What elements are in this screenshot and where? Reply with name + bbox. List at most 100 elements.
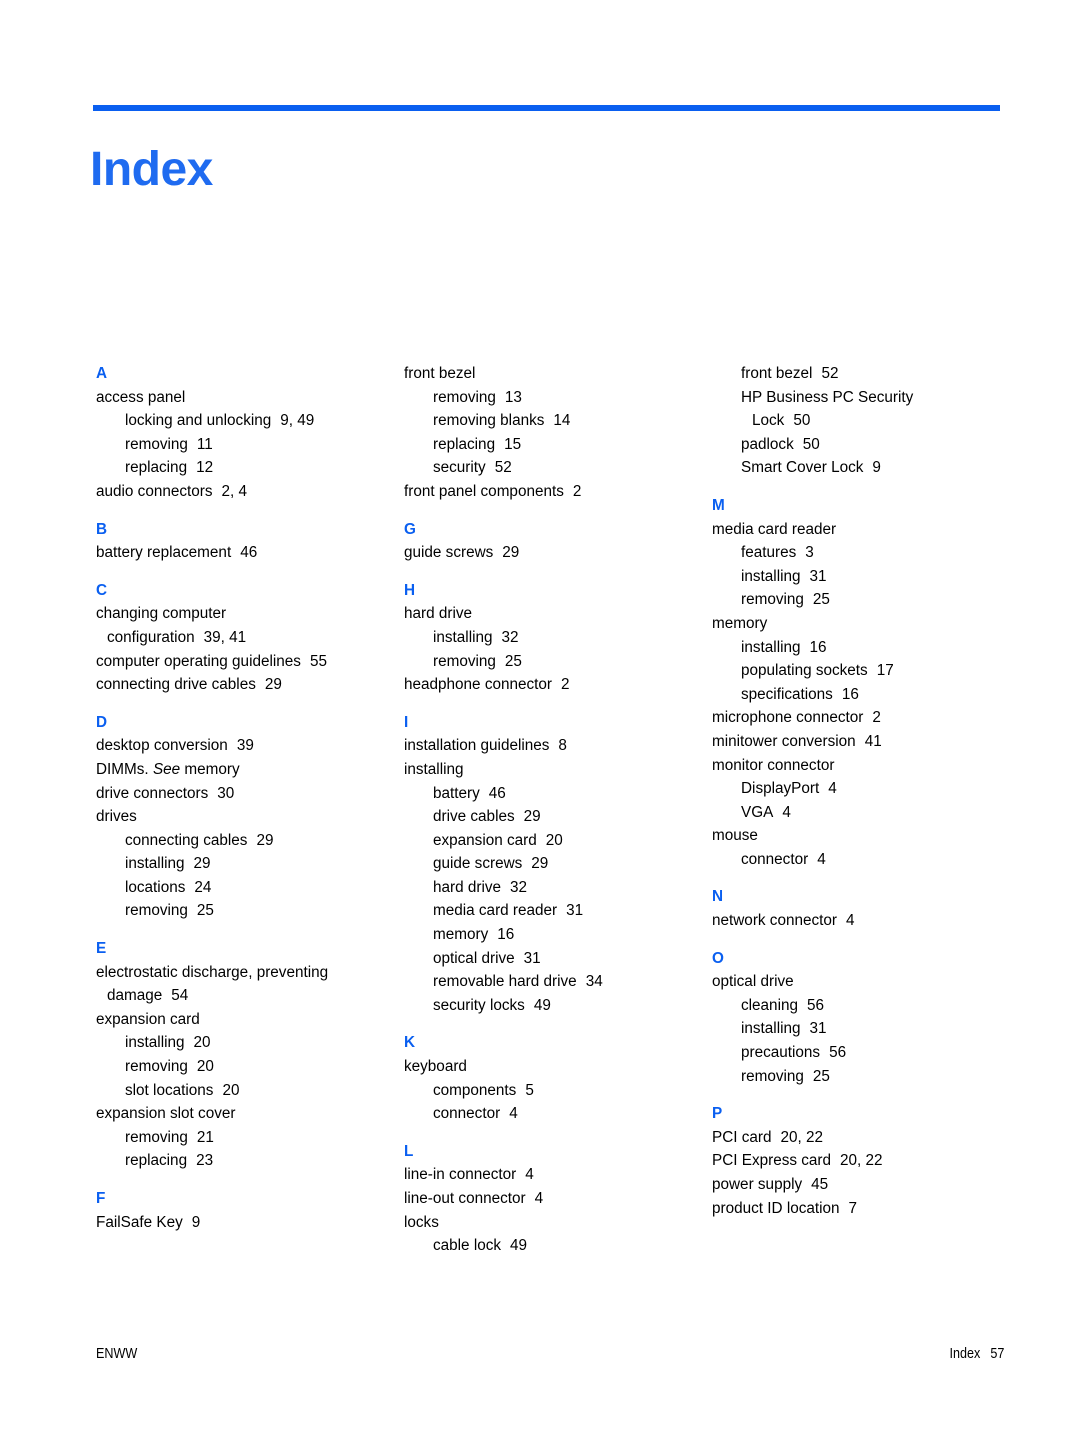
index-page-numbers: 31 [523, 949, 541, 967]
index-entry-label: removing [125, 1058, 188, 1076]
section-letter-n: N [712, 888, 724, 906]
cross-reference-see: See [152, 760, 181, 778]
index-subentry: populating sockets 17 [712, 659, 1012, 683]
index-subentry: connecting cables 29 [96, 829, 396, 853]
index-entry-label: locking and unlocking [125, 412, 272, 430]
index-entry-label: precautions [741, 1044, 821, 1062]
index-entry: optical drive [712, 970, 1012, 994]
index-entry-label: features [741, 544, 797, 562]
footer-edition: ENWW [96, 1345, 138, 1362]
index-subentry: replacing 23 [96, 1149, 396, 1173]
index-entry-label: replacing [125, 1152, 188, 1170]
section-letter-b: B [96, 520, 108, 538]
index-page-numbers: 13 [504, 388, 522, 406]
index-entry: installation guidelines 8 [404, 734, 704, 758]
index-subentry: cable lock 49 [404, 1234, 704, 1258]
index-page-numbers: 4 [525, 1166, 534, 1184]
section-letter-c: C [96, 581, 108, 599]
index-entry-label: FailSafe Key [96, 1213, 183, 1231]
index-subentry: installing 31 [712, 1017, 1012, 1041]
index-entry-label: changing computer [96, 605, 227, 623]
index-subentry: components 5 [404, 1079, 704, 1103]
index-subentry: installing 32 [404, 626, 704, 650]
index-page-numbers: 16 [809, 638, 827, 656]
index-entry-label: security locks [433, 996, 525, 1014]
index-subentry: removing 25 [712, 588, 1012, 612]
index-entry: hard drive [404, 602, 704, 626]
index-page-numbers: 49 [533, 996, 551, 1014]
index-subentry: connector 4 [404, 1102, 704, 1126]
index-entry-label: slot locations [125, 1081, 214, 1099]
index-subentry: hard drive 32 [404, 876, 704, 900]
index-page-numbers: 32 [510, 878, 528, 896]
section-letter-i: I [404, 713, 409, 731]
index-entry: computer operating guidelines 55 [96, 650, 396, 674]
index-page-numbers: 20 [193, 1034, 211, 1052]
index-entry: locks [404, 1211, 704, 1235]
footer-section-label: Index [949, 1345, 980, 1362]
index-entry-label: DisplayPort [741, 780, 820, 798]
index-page-numbers: 52 [821, 365, 839, 382]
index-entry-label: installing [125, 1034, 185, 1052]
index-entry: mouse [712, 824, 1012, 848]
index-entry-label: microphone connector [712, 709, 864, 727]
index-entry-label: installing [741, 638, 801, 656]
index-entry-label: expansion card [96, 1010, 200, 1028]
index-page-numbers: 46 [488, 784, 506, 802]
index-entry: front bezel [404, 362, 704, 386]
index-entry-label: installation guidelines [404, 737, 550, 755]
index-entry-label: drives [96, 808, 137, 826]
index-entry-label: installing [404, 760, 464, 778]
index-entry: DIMMs. See memory [96, 758, 396, 782]
index-subentry: drive cables 29 [404, 805, 704, 829]
index-entry: memory [712, 612, 1012, 636]
index-subentry: removing 25 [96, 899, 396, 923]
index-subentry: features 3 [712, 541, 1012, 565]
index-page-numbers: 9, 49 [280, 412, 315, 430]
index-entry-label: line-out connector [404, 1190, 526, 1207]
index-entry-label: installing [433, 628, 493, 646]
index-subentry: removing 25 [404, 650, 704, 674]
index-page-numbers: 25 [504, 652, 522, 670]
index-entry-label: removing [433, 388, 496, 406]
index-page-numbers: 4 [509, 1105, 518, 1123]
index-entry-label: optical drive [433, 949, 515, 967]
index-page-numbers: 29 [256, 831, 274, 849]
section-letter-e: E [96, 940, 107, 958]
index-entry-label: electrostatic discharge, preventing [96, 963, 329, 981]
index-entry-label: media card reader [433, 902, 558, 920]
index-entry-label: monitor connector [712, 756, 835, 774]
index-entry-label: installing [741, 567, 801, 585]
index-entry: PCI Express card 20, 22 [712, 1149, 1012, 1173]
index-entry: microphone connector 2 [712, 706, 1012, 730]
index-page-numbers: 46 [240, 544, 258, 562]
index-entry-label: drive connectors [96, 784, 209, 802]
index-entry-label: network connector [712, 912, 837, 930]
index-page-numbers: 50 [802, 435, 820, 453]
index-page-numbers: 25 [812, 591, 830, 609]
index-entry: media card reader [712, 518, 1012, 542]
index-column-1: Aaccess panel locking and unlocking 9, 49 r… [96, 362, 396, 1234]
index-entry-label: headphone connector [404, 676, 552, 694]
index-entry-label: connecting drive cables [96, 676, 256, 694]
index-page-numbers: 52 [494, 459, 512, 477]
index-subentry: removing 11 [96, 433, 396, 457]
index-entry: keyboard [404, 1055, 704, 1079]
index-page-numbers: 31 [809, 567, 827, 585]
index-subentry: locations 24 [96, 876, 396, 900]
index-entry-label: keyboard [404, 1058, 467, 1076]
index-entry-label: desktop conversion [96, 737, 228, 755]
index-page-numbers: 20, 22 [840, 1152, 883, 1170]
index-page-numbers: 31 [809, 1020, 827, 1038]
index-page-numbers: 16 [841, 685, 859, 703]
index-entry-label: removing [125, 1128, 188, 1146]
index-entry-label: hard drive [433, 878, 502, 896]
index-page-numbers: 20, 22 [780, 1128, 824, 1146]
index-page-numbers: 17 [876, 662, 894, 680]
index-subentry: Lock 50 [712, 409, 1012, 433]
index-page-numbers: 16 [497, 926, 515, 944]
index-entry-label: populating sockets [741, 662, 868, 680]
index-entry: PCI card 20, 22 [712, 1126, 1012, 1150]
index-entry-label: connector [741, 850, 809, 868]
index-page-numbers: 55 [309, 652, 327, 670]
